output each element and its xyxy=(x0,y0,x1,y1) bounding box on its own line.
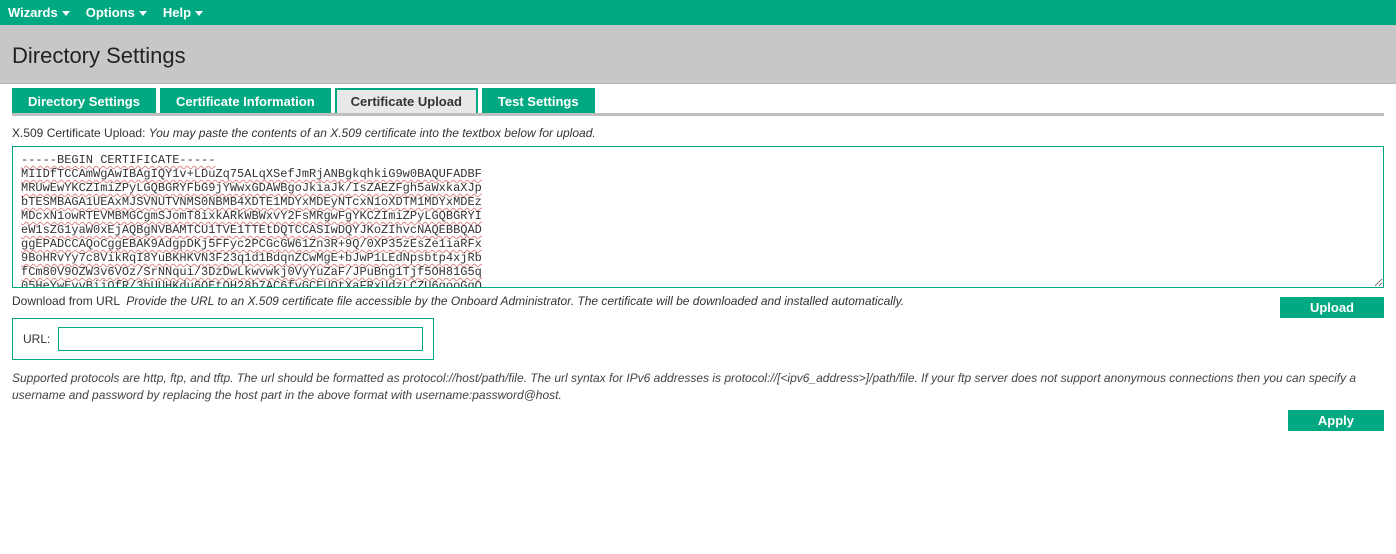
menu-wizards[interactable]: Wizards xyxy=(8,3,70,22)
url-form: URL: xyxy=(12,318,434,360)
url-field-label: URL: xyxy=(23,332,50,346)
page-title: Directory Settings xyxy=(0,25,1396,84)
caret-down-icon xyxy=(195,11,203,16)
certificate-textarea[interactable] xyxy=(12,146,1384,288)
tab-certificate-upload[interactable]: Certificate Upload xyxy=(335,88,478,113)
tab-certificate-information[interactable]: Certificate Information xyxy=(160,88,331,113)
url-input[interactable] xyxy=(58,327,423,351)
cert-upload-helptext: You may paste the contents of an X.509 c… xyxy=(149,126,596,140)
download-url-helptext: Provide the URL to an X.509 certificate … xyxy=(126,294,904,308)
menu-help-label: Help xyxy=(163,5,191,20)
apply-button-row: Apply xyxy=(12,410,1384,431)
cert-upload-lead: X.509 Certificate Upload: xyxy=(12,126,145,140)
tab-test-settings[interactable]: Test Settings xyxy=(482,88,595,113)
cert-upload-desc: X.509 Certificate Upload: You may paste … xyxy=(12,126,1384,140)
menu-options[interactable]: Options xyxy=(86,3,147,22)
menu-wizards-label: Wizards xyxy=(8,5,58,20)
caret-down-icon xyxy=(62,11,70,16)
tab-directory-settings[interactable]: Directory Settings xyxy=(12,88,156,113)
download-url-lead: Download from URL xyxy=(12,294,120,308)
url-protocol-footnote: Supported protocols are http, ftp, and t… xyxy=(12,370,1384,404)
menu-help[interactable]: Help xyxy=(163,3,203,22)
upload-button[interactable]: Upload xyxy=(1280,297,1384,318)
tabstrip: Directory Settings Certificate Informati… xyxy=(12,88,1384,116)
content-pane: Directory Settings Certificate Informati… xyxy=(0,88,1396,451)
download-url-desc: Download from URL Provide the URL to an … xyxy=(12,294,1384,308)
menu-options-label: Options xyxy=(86,5,135,20)
apply-button[interactable]: Apply xyxy=(1288,410,1384,431)
menubar: Wizards Options Help xyxy=(0,0,1396,25)
caret-down-icon xyxy=(139,11,147,16)
